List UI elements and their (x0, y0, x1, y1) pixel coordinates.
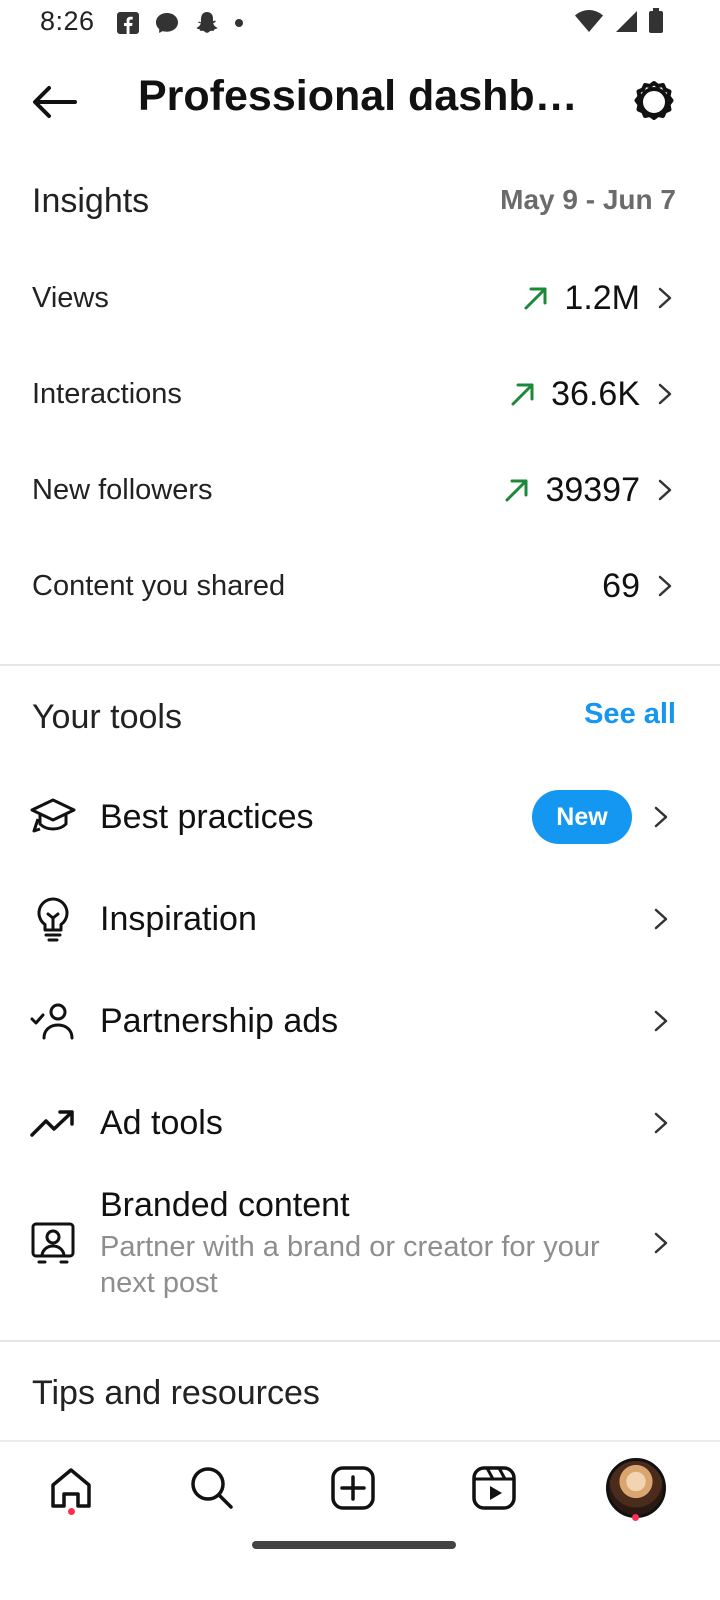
settings-button[interactable] (628, 76, 680, 128)
chevron-right-icon (658, 479, 672, 501)
bottom-navigation (0, 1440, 720, 1542)
tool-inspiration[interactable]: Inspiration (0, 868, 720, 970)
nav-create[interactable] (321, 1456, 385, 1520)
messenger-icon (156, 13, 178, 33)
date-range[interactable]: May 9 - Jun 7 (500, 184, 676, 216)
battery-icon (649, 8, 663, 33)
reels-icon (472, 1466, 516, 1510)
chevron-right-icon (658, 383, 672, 405)
chevron-right-icon (654, 806, 668, 828)
metric-row-views[interactable]: Views 1.2M (0, 250, 720, 346)
search-icon (191, 1467, 233, 1509)
tool-label: Inspiration (100, 899, 257, 938)
tool-label: Branded content (100, 1186, 350, 1224)
snapchat-icon (196, 12, 218, 33)
chevron-right-icon (654, 1112, 668, 1134)
branded-content-icon (30, 1220, 76, 1266)
home-icon (51, 1468, 91, 1508)
chevron-right-icon (654, 1010, 668, 1032)
section-divider (0, 664, 720, 666)
nav-profile[interactable] (604, 1456, 668, 1521)
tools-title: Your tools (32, 698, 182, 736)
lightbulb-icon (30, 896, 76, 942)
trend-up-icon (524, 287, 547, 310)
metric-label: Views (32, 281, 109, 314)
home-indicator[interactable] (252, 1541, 456, 1549)
back-arrow-icon (33, 86, 77, 118)
tool-best-practices[interactable]: Best practices New (0, 766, 720, 868)
tips-title: Tips and resources (32, 1374, 320, 1412)
notification-dot (632, 1514, 639, 1521)
metric-value: 39397 (545, 470, 640, 509)
tool-partnership-ads[interactable]: Partnership ads (0, 970, 720, 1072)
back-button[interactable] (28, 76, 80, 128)
create-icon (331, 1466, 375, 1510)
status-notification-icons (116, 10, 244, 36)
trend-up-icon (511, 383, 534, 406)
nav-reels[interactable] (462, 1456, 526, 1520)
chevron-right-icon (654, 908, 668, 930)
metric-label: Interactions (32, 377, 182, 410)
tool-label: Best practices (100, 797, 314, 836)
person-check-icon (30, 998, 76, 1044)
status-system-icons (574, 8, 664, 34)
tool-subtitle: Partner with a brand or creator for your… (100, 1231, 600, 1299)
see-all-link[interactable]: See all (584, 698, 676, 731)
graduation-cap-icon (30, 794, 76, 840)
section-divider (0, 1340, 720, 1342)
tool-label: Ad tools (100, 1103, 223, 1142)
branded-content-text: Branded content Partner with a brand or … (100, 1186, 660, 1301)
nav-search[interactable] (180, 1456, 244, 1520)
chevron-right-icon (658, 575, 672, 597)
facebook-icon (117, 12, 139, 34)
wifi-icon (575, 10, 603, 32)
notification-dot (68, 1508, 75, 1515)
trending-up-icon (30, 1100, 76, 1146)
metric-label: New followers (32, 473, 213, 506)
metric-value: 69 (602, 566, 640, 605)
tool-ad-tools[interactable]: Ad tools (0, 1072, 720, 1174)
new-badge: New (532, 790, 632, 844)
chevron-right-icon (654, 1232, 668, 1254)
settings-gear-icon (634, 81, 674, 120)
metric-row-content-shared[interactable]: Content you shared 69 (0, 538, 720, 634)
metric-value: 36.6K (551, 374, 640, 413)
tool-label: Partnership ads (100, 1001, 339, 1040)
chevron-right-icon (658, 287, 672, 309)
page-title: Professional dashb… (138, 72, 578, 120)
metric-row-interactions[interactable]: Interactions 36.6K (0, 346, 720, 442)
insights-title: Insights (32, 182, 150, 220)
tool-branded-content[interactable]: Branded content Partner with a brand or … (0, 1178, 720, 1308)
metric-row-new-followers[interactable]: New followers 39397 (0, 442, 720, 538)
trend-up-icon (505, 479, 528, 502)
status-time: 8:26 (40, 6, 95, 36)
profile-avatar (606, 1458, 666, 1518)
nav-home[interactable] (39, 1456, 103, 1520)
dot-icon (235, 19, 243, 27)
metric-value: 1.2M (564, 278, 640, 317)
metric-label: Content you shared (32, 569, 286, 602)
cell-signal-icon (616, 11, 637, 32)
